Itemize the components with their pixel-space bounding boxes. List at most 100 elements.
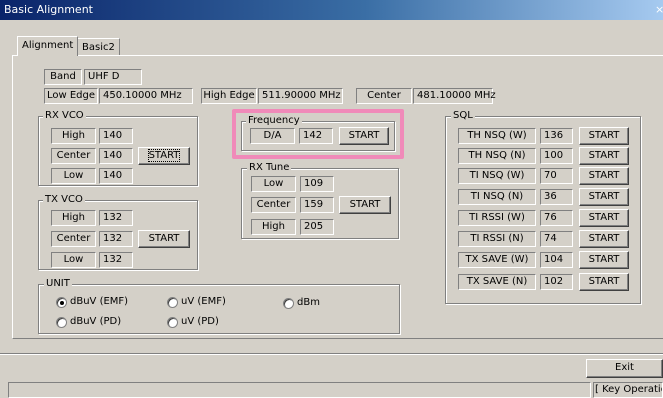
sql-row-value: 74 <box>540 231 573 247</box>
rx-vco-low-label: Low <box>51 168 96 184</box>
sql-row-label: TI RSSI (W) <box>458 210 536 226</box>
sql-start-label: START <box>588 276 620 287</box>
low-edge-label: Low Edge <box>44 88 98 104</box>
radio-dbuv-pd[interactable] <box>56 317 67 328</box>
band-value: UHF D <box>84 69 142 85</box>
rx-tune-low-label: Low <box>251 176 296 192</box>
sql-row-value: 36 <box>540 189 573 205</box>
band-label: Band <box>44 69 82 85</box>
bottom-separator <box>0 353 663 355</box>
sql-row-label: TX SAVE (W) <box>458 252 536 268</box>
tx-vco-center-value: 132 <box>99 231 133 247</box>
sql-row-value: 76 <box>540 210 573 226</box>
frequency-da-value: 142 <box>299 128 333 144</box>
rx-tune-center-value: 159 <box>300 197 334 213</box>
exit-label: Exit <box>615 362 634 373</box>
tx-vco-start-label: START <box>148 233 180 244</box>
high-edge-label: High Edge <box>201 88 257 104</box>
center-freq-label: Center <box>356 88 412 104</box>
sql-row-label: TI NSQ (N) <box>458 189 536 205</box>
tab-alignment-label: Alignment <box>22 40 74 51</box>
rx-tune-center-label: Center <box>251 197 296 213</box>
tab-basic2-label: Basic2 <box>82 42 115 53</box>
rx-tune-high-value: 205 <box>300 219 334 235</box>
sql-start-button[interactable]: START <box>579 188 629 206</box>
rx-tune-title: RX Tune <box>247 162 292 173</box>
rx-vco-low-value: 140 <box>99 168 133 184</box>
unit-label-dbm: dBm <box>297 297 320 308</box>
sql-start-button[interactable]: START <box>579 127 629 145</box>
tx-vco-high-label: High <box>51 210 96 226</box>
low-edge-value: 450.10000 MHz <box>99 88 193 104</box>
status-bar-key-operation: [ Key Operation <box>593 382 663 398</box>
rx-tune-start-label: START <box>349 199 381 210</box>
rx-vco-high-value: 140 <box>99 128 133 144</box>
sql-row-label: TI RSSI (N) <box>458 231 536 247</box>
sql-row-label: TH NSQ (N) <box>458 148 536 164</box>
tx-vco-high-value: 132 <box>99 210 133 226</box>
tab-basic2[interactable]: Basic2 <box>77 38 120 55</box>
key-operation-text: [ Key Operation <box>595 384 662 395</box>
sql-start-label: START <box>588 150 620 161</box>
frequency-da-label: D/A <box>250 128 295 144</box>
sql-row-value: 136 <box>540 128 573 144</box>
sql-row-value: 104 <box>540 252 573 268</box>
unit-option-dbuv-pd[interactable]: dBuV (PD) <box>56 316 156 330</box>
sql-start-button[interactable]: START <box>579 147 629 165</box>
rx-tune-start-button[interactable]: START <box>339 196 391 214</box>
sql-start-label: START <box>588 170 620 181</box>
sql-row-label: TH NSQ (W) <box>458 128 536 144</box>
tx-vco-title: TX VCO <box>43 194 85 205</box>
tx-vco-center-label: Center <box>51 231 96 247</box>
radio-uv-pd[interactable] <box>167 317 178 328</box>
rx-vco-title: RX VCO <box>43 110 86 121</box>
unit-label-uv-pd: uV (PD) <box>181 316 219 327</box>
tx-vco-low-value: 132 <box>99 252 133 268</box>
sql-title: SQL <box>451 110 475 121</box>
window-titlebar[interactable]: Basic Alignment × <box>0 0 663 20</box>
sql-start-label: START <box>588 212 620 223</box>
tx-vco-start-button[interactable]: START <box>138 230 190 248</box>
frequency-title: Frequency <box>246 115 302 126</box>
sql-start-label: START <box>588 233 620 244</box>
status-bar-left <box>8 382 591 398</box>
frequency-start-button[interactable]: START <box>339 127 389 145</box>
rx-tune-high-label: High <box>251 219 296 235</box>
sql-start-button[interactable]: START <box>579 273 629 291</box>
sql-start-button[interactable]: START <box>579 230 629 248</box>
rx-tune-low-value: 109 <box>300 176 334 192</box>
close-icon[interactable]: × <box>655 0 663 20</box>
high-edge-value: 511.90000 MHz <box>258 88 343 104</box>
tx-vco-low-label: Low <box>51 252 96 268</box>
radio-dbm[interactable] <box>283 298 294 309</box>
rx-vco-start-button[interactable]: START <box>138 147 190 165</box>
sql-row-value: 102 <box>540 274 573 290</box>
unit-option-uv-pd[interactable]: uV (PD) <box>167 316 267 330</box>
window-title: Basic Alignment <box>4 3 93 16</box>
center-freq-value: 481.10000 MHz <box>413 88 496 104</box>
sql-start-label: START <box>588 191 620 202</box>
sql-start-label: START <box>588 130 620 141</box>
radio-uv-emf[interactable] <box>167 297 178 308</box>
rx-vco-center-value: 140 <box>99 148 133 164</box>
exit-button[interactable]: Exit <box>586 359 663 378</box>
sql-row-value: 70 <box>540 168 573 184</box>
sql-row-label: TI NSQ (W) <box>458 168 536 184</box>
sql-start-button[interactable]: START <box>579 167 629 185</box>
rx-vco-center-label: Center <box>51 148 96 164</box>
unit-option-dbm[interactable]: dBm <box>283 297 343 311</box>
unit-label-dbuv-pd: dBuV (PD) <box>70 316 122 327</box>
sql-row-label: TX SAVE (N) <box>458 274 536 290</box>
unit-title: UNIT <box>44 278 72 289</box>
sql-start-label: START <box>588 254 620 265</box>
sql-start-button[interactable]: START <box>579 209 629 227</box>
unit-label-uv-emf: uV (EMF) <box>181 296 226 307</box>
sql-start-button[interactable]: START <box>579 251 629 269</box>
rx-vco-high-label: High <box>51 128 96 144</box>
unit-option-dbuv-emf[interactable]: dBuV (EMF) <box>56 296 156 310</box>
unit-option-uv-emf[interactable]: uV (EMF) <box>167 296 267 310</box>
radio-dbuv-emf[interactable] <box>56 297 67 308</box>
rx-vco-start-label: START <box>147 149 181 162</box>
tab-alignment[interactable]: Alignment <box>17 36 79 56</box>
unit-label-dbuv-emf: dBuV (EMF) <box>70 296 129 307</box>
